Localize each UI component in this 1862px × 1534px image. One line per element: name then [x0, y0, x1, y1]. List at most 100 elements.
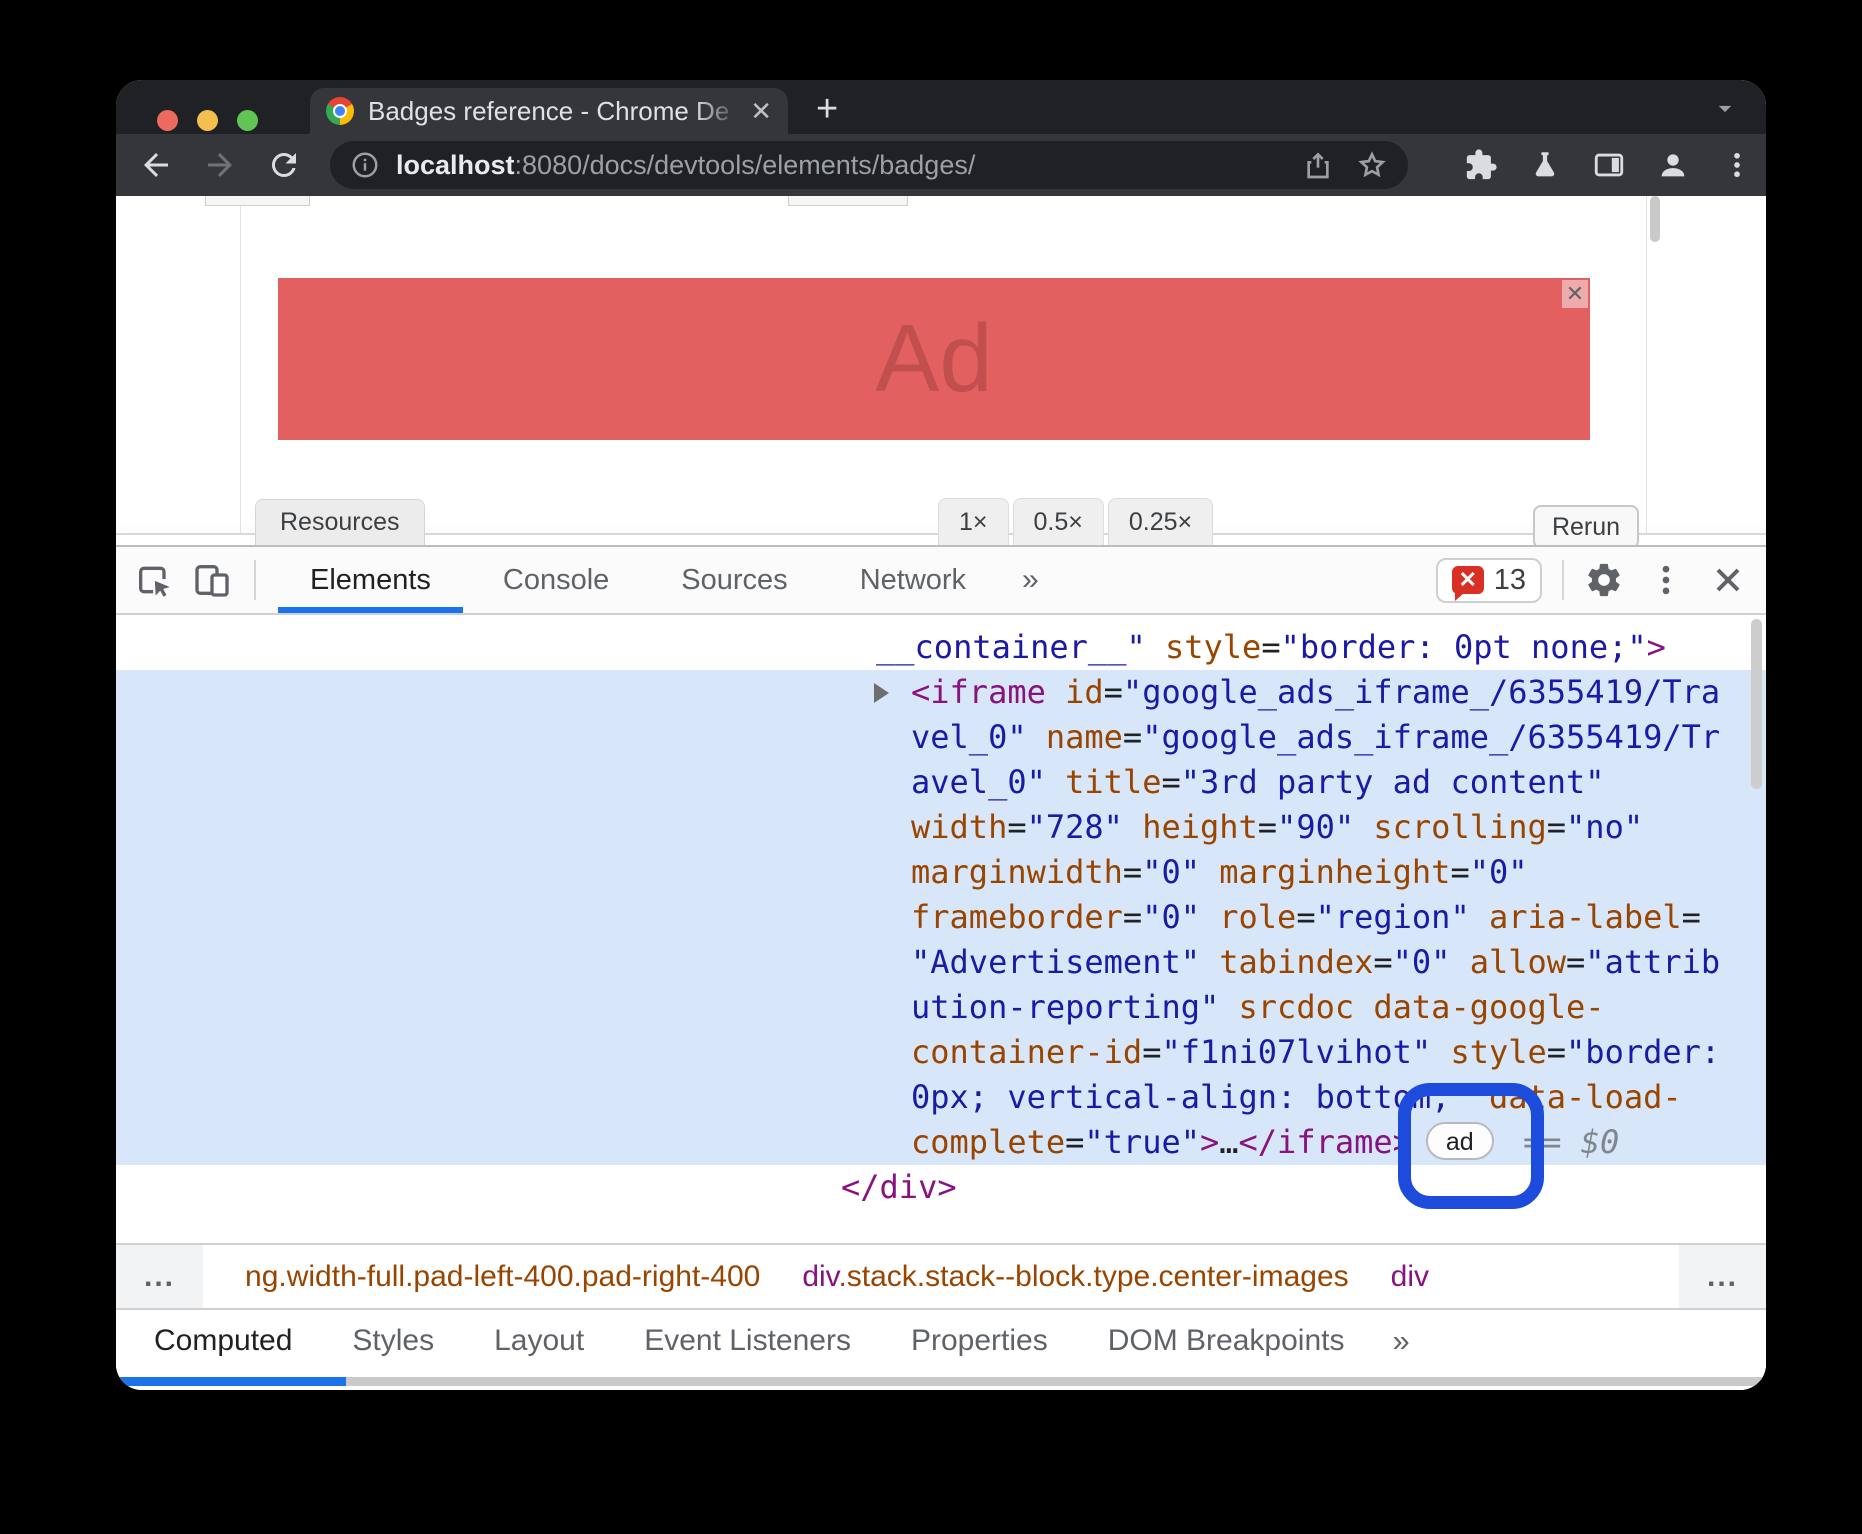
sidebar-more-tabs-icon[interactable]: » [1374, 1323, 1427, 1359]
sidebar-tab-properties[interactable]: Properties [881, 1310, 1078, 1372]
code-token: "0" [1142, 898, 1200, 936]
share-icon[interactable] [1302, 149, 1334, 181]
code-token: avel_0" [911, 763, 1046, 801]
dom-tree-node-line[interactable]: container-id="f1ni07lvihot" style="borde… [116, 1030, 1766, 1075]
devtools-tab-elements[interactable]: Elements [274, 547, 467, 613]
error-badge[interactable]: ✕ 13 [1436, 558, 1542, 603]
code-token: = [1450, 853, 1469, 891]
site-info-icon[interactable] [350, 150, 380, 180]
bookmark-star-icon[interactable] [1356, 149, 1388, 181]
browser-tab[interactable]: Badges reference - Chrome De ✕ [310, 88, 788, 134]
rerun-button[interactable]: Rerun [1533, 505, 1639, 545]
code-token [1200, 898, 1219, 936]
toolbar-separator [254, 560, 256, 600]
device-toolbar-icon[interactable] [192, 560, 232, 600]
tab-search-icon[interactable] [1710, 94, 1740, 124]
beaker-icon[interactable] [1528, 148, 1562, 182]
code-token: srcdoc [1239, 988, 1355, 1026]
devtools-tab-network[interactable]: Network [824, 547, 1002, 613]
code-token: = [1261, 628, 1280, 666]
dom-tree-node-line[interactable]: avel_0" title="3rd party ad content" [116, 760, 1766, 805]
forward-icon[interactable] [202, 147, 238, 183]
dom-tree-node-line[interactable]: complete="true">…</iframe>ad == $0 [116, 1120, 1766, 1165]
code-token: "attrib [1585, 943, 1720, 981]
dom-tree-node-line[interactable]: 0px; vertical-align: bottom;" data-load- [116, 1075, 1766, 1120]
breadcrumb-overflow-right[interactable]: ... [1679, 1245, 1766, 1308]
code-token: = [1065, 1123, 1084, 1161]
sidebar-tab-computed[interactable]: Computed [124, 1310, 322, 1372]
zoom-button-1-[interactable]: 1× [938, 498, 1009, 545]
code-token: > [1647, 628, 1666, 666]
browser-window: Badges reference - Chrome De ✕ + [116, 80, 1766, 1390]
breadcrumb-item[interactable]: div.stack.stack--block.type.center-image… [802, 1260, 1348, 1294]
devtools-tab-sources[interactable]: Sources [645, 547, 823, 613]
inspect-icon[interactable] [134, 560, 174, 600]
expand-arrow-icon[interactable] [874, 683, 889, 703]
window-close-button[interactable] [157, 110, 178, 131]
dom-tree-node-line[interactable]: frameborder="0" role="region" aria-label… [116, 895, 1766, 940]
sidebar-tab-bar: ComputedStylesLayoutEvent ListenersPrope… [116, 1308, 1766, 1390]
devtools-tab-console[interactable]: Console [467, 547, 645, 613]
sidebar-tab-layout[interactable]: Layout [464, 1310, 614, 1372]
code-token: = [1161, 763, 1180, 801]
browser-menu-icon[interactable] [1720, 148, 1754, 182]
zoom-button-0-25-[interactable]: 0.25× [1108, 498, 1213, 545]
breadcrumb-item[interactable]: div [1391, 1260, 1429, 1294]
sidebar-tab-event-listeners[interactable]: Event Listeners [614, 1310, 881, 1372]
page-content: Ad ✕ Resources 1×0.5×0.25× Rerun [116, 196, 1766, 545]
code-token: "google_ads_iframe_/6355419/Tr [1142, 718, 1720, 756]
ad-banner: Ad ✕ [278, 278, 1590, 440]
url-host: localhost [396, 150, 515, 180]
code-token: = [1258, 808, 1277, 846]
sidebar-tab-styles[interactable]: Styles [322, 1310, 464, 1372]
page-scrollbar-thumb[interactable] [1650, 196, 1660, 242]
browser-toolbar: localhost:8080/docs/devtools/elements/ba… [116, 134, 1766, 196]
dom-tree-node-line[interactable]: </div> [116, 1165, 1766, 1210]
code-token: "0" [1142, 853, 1200, 891]
dom-tree-node-line[interactable]: "Advertisement" tabindex="0" allow="attr… [116, 940, 1766, 985]
code-token: = [1142, 1033, 1161, 1071]
dom-tree-node-line[interactable]: ution-reporting" srcdoc data-google- [116, 985, 1766, 1030]
window-zoom-button[interactable] [237, 110, 258, 131]
more-tabs-icon[interactable]: » [1002, 563, 1059, 597]
breadcrumb-item[interactable]: ng.width-full.pad-left-400.pad-right-400 [245, 1260, 760, 1294]
code-token: = [1566, 943, 1585, 981]
toolbar-separator [1562, 560, 1564, 600]
side-panel-icon[interactable] [1592, 148, 1626, 182]
code-token: "728" [1027, 808, 1123, 846]
extensions-icon[interactable] [1464, 148, 1498, 182]
zoom-button-0-5-[interactable]: 0.5× [1013, 498, 1104, 545]
new-tab-button[interactable]: + [816, 88, 838, 130]
code-token: = [1296, 898, 1315, 936]
code-token: style [1450, 1033, 1546, 1071]
code-token: vel_0" [911, 718, 1027, 756]
breadcrumb-overflow-left[interactable]: ... [116, 1245, 203, 1308]
resources-tab[interactable]: Resources [255, 499, 425, 545]
dom-tree-node-line[interactable]: width="728" height="90" scrolling="no" [116, 805, 1766, 850]
dom-tree-node-line[interactable]: marginwidth="0" marginheight="0" [116, 850, 1766, 895]
dom-tree-node-line[interactable]: vel_0" name="google_ads_iframe_/6355419/… [116, 715, 1766, 760]
sidebar-tab-dom-breakpoints[interactable]: DOM Breakpoints [1078, 1310, 1375, 1372]
url-path: :8080/docs/devtools/elements/badges/ [515, 150, 976, 180]
reload-icon[interactable] [266, 147, 302, 183]
devtools-panel: ElementsConsoleSourcesNetwork » ✕ 13 [116, 545, 1766, 1390]
code-token: data-google- [1373, 988, 1604, 1026]
window-minimize-button[interactable] [197, 110, 218, 131]
devtools-menu-icon[interactable] [1646, 560, 1686, 600]
back-icon[interactable] [138, 147, 174, 183]
dom-tree-node-line[interactable]: <iframe id="google_ads_iframe_/6355419/T… [116, 670, 1766, 715]
url-bar[interactable]: localhost:8080/docs/devtools/elements/ba… [330, 141, 1408, 189]
code-token: "google_ads_iframe_/6355419/Tra [1123, 673, 1720, 711]
ad-close-icon[interactable]: ✕ [1562, 280, 1588, 308]
dom-tree-node-line[interactable]: __container__" style="border: 0pt none;"… [116, 625, 1766, 670]
code-token: id [1065, 673, 1104, 711]
tab-close-icon[interactable]: ✕ [750, 98, 772, 124]
ad-badge[interactable]: ad [1426, 1122, 1494, 1160]
devtools-close-icon[interactable] [1708, 560, 1748, 600]
code-token: </iframe> [1239, 1123, 1412, 1161]
clipped-element-fragment [205, 196, 310, 206]
code-scrollbar-thumb[interactable] [1751, 619, 1762, 789]
profile-icon[interactable] [1656, 148, 1690, 182]
settings-gear-icon[interactable] [1584, 560, 1624, 600]
devtools-tab-strip: ElementsConsoleSourcesNetwork [274, 547, 1002, 613]
